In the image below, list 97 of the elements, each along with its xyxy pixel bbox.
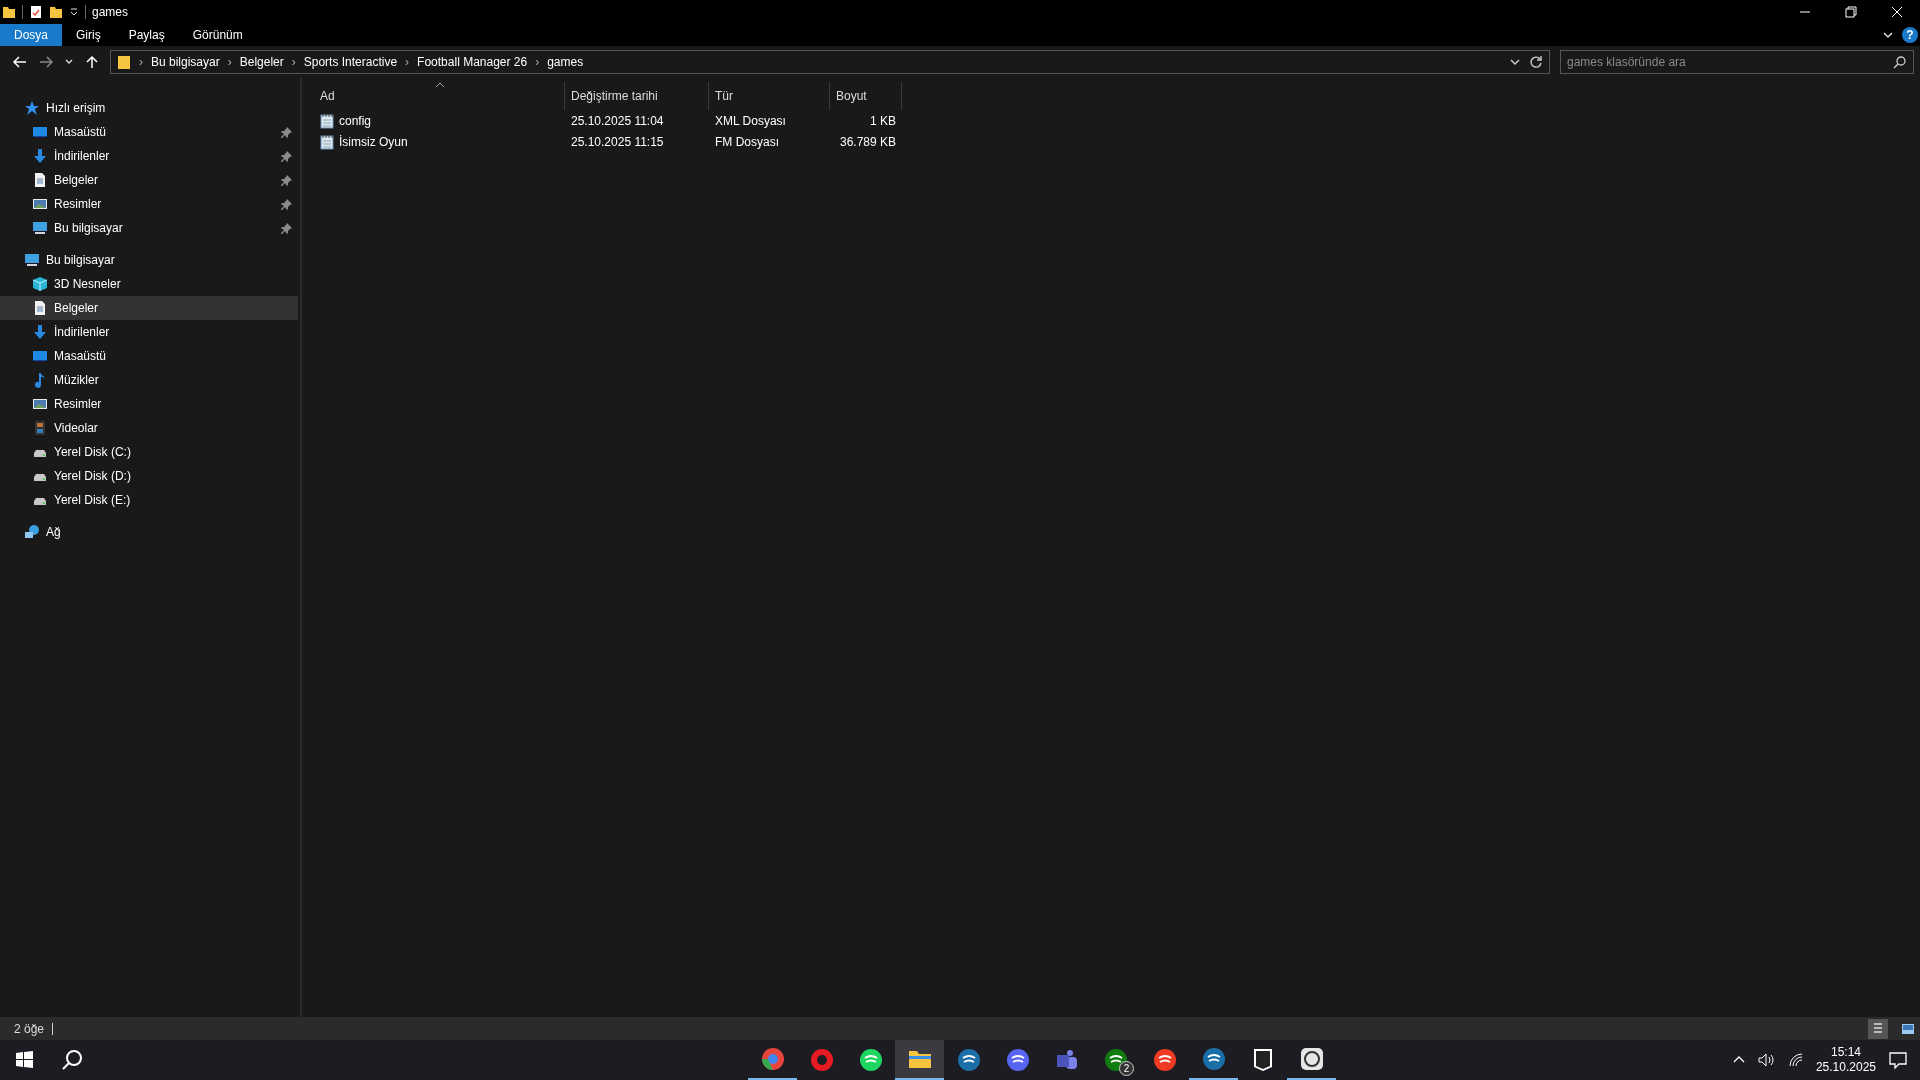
sidebar-item[interactable]: Ağ xyxy=(0,520,298,544)
pin-icon[interactable] xyxy=(281,174,292,186)
pin-icon[interactable] xyxy=(281,198,292,210)
document-icon xyxy=(32,172,48,188)
taskbar-button[interactable]: 2 xyxy=(1091,1040,1140,1080)
ribbon-tab[interactable]: Görünüm xyxy=(178,24,257,46)
forward-arrow-icon[interactable] xyxy=(38,54,54,70)
column-header[interactable]: Ad xyxy=(314,82,565,110)
cube-icon xyxy=(32,276,48,292)
wifi-icon[interactable] xyxy=(1787,1052,1804,1068)
speaker-icon[interactable] xyxy=(1757,1052,1776,1068)
sidebar-item[interactable]: Resimler xyxy=(0,392,298,416)
help-button[interactable]: ? xyxy=(1902,27,1918,43)
breadcrumb[interactable]: Belgeler xyxy=(239,55,284,69)
address-bar[interactable]: › Bu bilgisayar › Belgeler › Sports Interactive › Football Manager 26 › games xyxy=(110,50,1550,74)
breadcrumb-separator: › xyxy=(227,55,232,69)
notification-icon[interactable] xyxy=(1888,1050,1908,1070)
document-icon xyxy=(32,300,48,316)
sidebar-item[interactable]: Belgeler xyxy=(0,296,298,320)
breadcrumb-separator: › xyxy=(291,55,296,69)
breadcrumb[interactable]: Bu bilgisayar xyxy=(151,55,220,69)
ribbon-tab[interactable]: Paylaş xyxy=(114,24,179,46)
chevron-down-icon[interactable] xyxy=(1509,56,1521,68)
pin-icon[interactable] xyxy=(281,126,292,138)
monitor-icon xyxy=(32,124,48,140)
search-field[interactable]: games klasöründe ara xyxy=(1560,50,1914,74)
breadcrumb-separator: › xyxy=(535,55,540,69)
table-cell-text: 36.789 KB xyxy=(838,134,897,149)
table-cell-text: 25.10.2025 11:15 xyxy=(570,134,665,149)
computer-icon xyxy=(32,220,48,236)
search-icon xyxy=(1893,56,1906,69)
sidebar-item[interactable]: Yerel Disk (D:) xyxy=(0,464,298,488)
sidebar-item[interactable]: Bu bilgisayar xyxy=(0,248,298,272)
file-name[interactable]: config xyxy=(339,113,372,128)
monitor-icon xyxy=(32,348,48,364)
table-cell-text: XML Dosyası xyxy=(714,113,787,128)
dropdown-icon[interactable] xyxy=(69,7,79,17)
pin-icon[interactable] xyxy=(281,150,292,162)
ribbon-tab[interactable]: Dosya xyxy=(0,24,62,46)
new-folder-icon[interactable] xyxy=(49,5,63,19)
download-icon xyxy=(32,148,48,164)
file-name[interactable]: İsimsiz Oyun xyxy=(339,134,408,149)
network-icon xyxy=(24,524,40,540)
sidebar-item[interactable]: 3D Nesneler xyxy=(0,272,298,296)
table-cell-text: 1 KB xyxy=(869,113,897,128)
column-header[interactable]: Değiştirme tarihi xyxy=(565,82,709,110)
ring-icon xyxy=(809,1048,834,1072)
breadcrumb[interactable]: Sports Interactive xyxy=(303,55,398,69)
up-arrow-icon[interactable] xyxy=(84,54,100,70)
column-header[interactable]: Tür xyxy=(709,82,830,110)
window-title: games xyxy=(92,5,129,19)
ribbon-tab[interactable]: Giriş xyxy=(62,24,115,46)
sidebar-item[interactable]: Yerel Disk (C:) xyxy=(0,440,298,464)
picture-icon xyxy=(32,196,48,212)
pin-icon[interactable] xyxy=(281,222,292,234)
film-icon xyxy=(32,420,48,436)
sidebar-item[interactable]: Masaüstü xyxy=(0,344,298,368)
breadcrumb-separator: › xyxy=(139,55,143,69)
item-count: 2 öğe xyxy=(14,1021,45,1036)
clock-date[interactable]: 25.10.2025 xyxy=(1815,1060,1876,1075)
sidebar-item[interactable]: Videolar xyxy=(0,416,298,440)
sidebar-item[interactable]: Bu bilgisayar xyxy=(0,216,298,240)
refresh-icon[interactable] xyxy=(1529,55,1543,69)
column-header[interactable]: Boyut xyxy=(830,82,902,110)
chevron-down-icon[interactable] xyxy=(1882,29,1894,41)
sidebar-item[interactable]: Yerel Disk (E:) xyxy=(0,488,298,512)
folder-icon xyxy=(2,5,16,19)
sort-caret-icon xyxy=(435,82,445,88)
ring-icon xyxy=(760,1047,785,1071)
sound-waves-icon xyxy=(858,1048,883,1072)
folder-icon xyxy=(117,54,131,70)
download-icon xyxy=(32,324,48,340)
properties-icon[interactable] xyxy=(29,5,43,19)
breadcrumb[interactable]: games xyxy=(547,55,584,69)
sidebar-item[interactable]: Müzikler xyxy=(0,368,298,392)
sidebar-item[interactable]: Masaüstü xyxy=(0,120,298,144)
people-icon xyxy=(1054,1048,1079,1072)
sidebar-item[interactable]: Belgeler xyxy=(0,168,298,192)
notification-badge: 2 xyxy=(1119,1061,1134,1076)
globe-icon xyxy=(1299,1047,1324,1071)
breadcrumb-separator: › xyxy=(405,55,410,69)
sidebar-item[interactable]: İndirilenler xyxy=(0,320,298,344)
notepad-file-icon xyxy=(320,133,334,150)
sidebar-item[interactable]: İndirilenler xyxy=(0,144,298,168)
computer-icon xyxy=(24,252,40,268)
breadcrumb[interactable]: Football Manager 26 xyxy=(417,55,528,69)
notepad-file-icon xyxy=(320,112,334,129)
clock-time[interactable]: 15:14 xyxy=(1830,1045,1861,1060)
sidebar-item[interactable]: Resimler xyxy=(0,192,298,216)
details-view-icon[interactable] xyxy=(1868,1018,1888,1039)
picture-icon xyxy=(32,396,48,412)
sidebar-item[interactable]: Hızlı erişim xyxy=(0,96,298,120)
table-cell-text: 25.10.2025 11:04 xyxy=(570,113,665,128)
table-cell-text: FM Dosyası xyxy=(714,134,780,149)
star-icon xyxy=(24,100,40,116)
back-arrow-icon[interactable] xyxy=(12,54,28,70)
taskbar-button[interactable] xyxy=(895,1040,944,1080)
